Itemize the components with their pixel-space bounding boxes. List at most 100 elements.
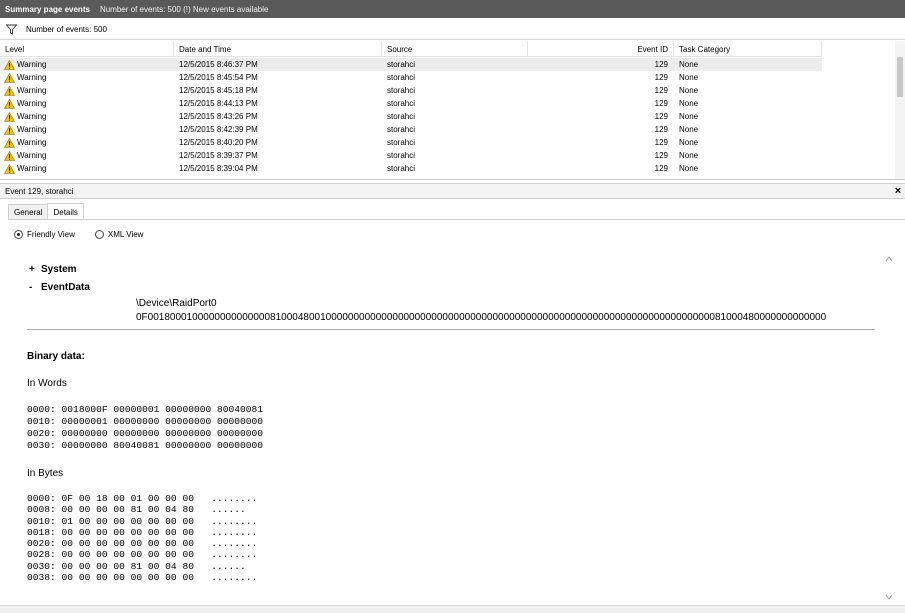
- cell-event-id: 129: [654, 60, 668, 69]
- radio-unselected-icon[interactable]: [94, 229, 104, 239]
- column-header-event-id[interactable]: Event ID: [528, 41, 674, 57]
- friendly-view-label: Friendly View: [27, 229, 75, 239]
- cell-source: storahci: [387, 164, 416, 173]
- table-row[interactable]: Warning 12/5/2015 8:40:20 PM storahci 129 No…: [0, 136, 822, 149]
- cell-date: 12/5/2015 8:45:18 PM: [179, 86, 258, 95]
- column-header-level[interactable]: Level: [0, 41, 174, 57]
- xml-view-label: XML View: [107, 229, 144, 239]
- cell-source: storahci: [387, 99, 416, 108]
- events-grid: Level Date and Time Source Event ID Task…: [0, 41, 905, 180]
- cell-level: Warning: [0, 123, 174, 136]
- cell-date: 12/5/2015 8:42:39 PM: [179, 125, 258, 134]
- funnel-icon[interactable]: [6, 24, 18, 36]
- table-row[interactable]: Warning 12/5/2015 8:44:13 PM storahci 129 No…: [0, 97, 822, 110]
- table-row[interactable]: Warning 12/5/2015 8:45:54 PM storahci 129 No…: [0, 71, 822, 84]
- cell-date: 12/5/2015 8:39:37 PM: [179, 151, 258, 160]
- detail-tabs: General Details: [8, 203, 84, 220]
- cell-source: storahci: [387, 86, 416, 95]
- grid-scrollbar[interactable]: [895, 41, 905, 179]
- tree-node-system-label: System: [41, 264, 77, 275]
- details-content-pane: + System - EventData \Device\RaidPort0 0F0…: [9, 247, 896, 605]
- eventdata-hex: 0F00180001000000000000008100048001000000…: [136, 312, 827, 323]
- details-scrollbar[interactable]: [882, 247, 896, 605]
- cell-date: 12/5/2015 8:45:54 PM: [179, 73, 258, 82]
- event-detail-header: Event 129, storahci ×: [0, 183, 905, 199]
- cell-task-category: None: [679, 73, 699, 82]
- friendly-view-radio[interactable]: Friendly View: [14, 229, 75, 239]
- cell-task-category: None: [679, 164, 699, 173]
- cell-event-id: 129: [654, 86, 668, 95]
- eventdata-values: \Device\RaidPort0 0F00180001000000000000…: [136, 297, 884, 325]
- expand-icon[interactable]: +: [29, 261, 41, 279]
- cell-source: storahci: [387, 125, 416, 134]
- in-bytes-dump: 0000: 0F 00 18 00 01 00 00 00 ........ 0…: [27, 493, 258, 584]
- in-words-label: In Words: [27, 378, 67, 389]
- grid-rows: Warning 12/5/2015 8:46:37 PM storahci 129 No…: [0, 58, 822, 175]
- tab-details[interactable]: Details: [47, 203, 84, 220]
- section-divider: [27, 329, 875, 330]
- warning-triangle-icon: [4, 137, 15, 148]
- horizontal-scrollbar[interactable]: [0, 605, 905, 613]
- grid-scroll-thumb[interactable]: [897, 57, 903, 97]
- table-row[interactable]: Warning 12/5/2015 8:45:18 PM storahci 129 No…: [0, 84, 822, 97]
- cell-date: 12/5/2015 8:44:13 PM: [179, 99, 258, 108]
- view-selector: Friendly View XML View: [14, 227, 163, 241]
- cell-task-category: None: [679, 99, 699, 108]
- cell-event-id: 129: [654, 164, 668, 173]
- cell-source: storahci: [387, 73, 416, 82]
- column-header-date[interactable]: Date and Time: [174, 41, 382, 57]
- warning-triangle-icon: [4, 98, 15, 109]
- level-text: Warning: [17, 112, 47, 121]
- warning-triangle-icon: [4, 124, 15, 135]
- close-icon[interactable]: ×: [893, 185, 903, 197]
- cell-level: Warning: [0, 110, 174, 123]
- cell-event-id: 129: [654, 99, 668, 108]
- column-header-task-category[interactable]: Task Category: [674, 41, 822, 57]
- cell-date: 12/5/2015 8:39:04 PM: [179, 164, 258, 173]
- cell-source: storahci: [387, 60, 416, 69]
- warning-triangle-icon: [4, 59, 15, 70]
- warning-triangle-icon: [4, 72, 15, 83]
- level-text: Warning: [17, 60, 47, 69]
- scroll-down-icon[interactable]: [885, 593, 893, 601]
- level-text: Warning: [17, 164, 47, 173]
- cell-date: 12/5/2015 8:40:20 PM: [179, 138, 258, 147]
- event-detail-title: Event 129, storahci: [5, 186, 74, 196]
- cell-task-category: None: [679, 112, 699, 121]
- table-row[interactable]: Warning 12/5/2015 8:43:26 PM storahci 129 No…: [0, 110, 822, 123]
- cell-level: Warning: [0, 84, 174, 97]
- tree-node-eventdata-label: EventData: [41, 282, 90, 293]
- cell-level: Warning: [0, 162, 174, 175]
- in-bytes-label: In Bytes: [27, 468, 64, 479]
- column-header-source[interactable]: Source: [382, 41, 528, 57]
- level-text: Warning: [17, 73, 47, 82]
- cell-date: 12/5/2015 8:43:26 PM: [179, 112, 258, 121]
- table-row[interactable]: Warning 12/5/2015 8:42:39 PM storahci 129 No…: [0, 123, 822, 136]
- radio-selected-icon[interactable]: [14, 229, 23, 239]
- cell-source: storahci: [387, 138, 416, 147]
- cell-level: Warning: [0, 97, 174, 110]
- event-xml-tree: + System - EventData: [29, 261, 90, 297]
- table-row[interactable]: Warning 12/5/2015 8:39:04 PM storahci 129 No…: [0, 162, 822, 175]
- events-status: Number of events: 500 (!) New events ava…: [99, 4, 269, 14]
- xml-view-radio[interactable]: XML View: [94, 229, 144, 239]
- level-text: Warning: [17, 125, 47, 134]
- panel-title: Summary page events: [5, 4, 90, 14]
- level-text: Warning: [17, 86, 47, 95]
- tree-node-system[interactable]: + System: [29, 261, 90, 279]
- level-text: Warning: [17, 99, 47, 108]
- cell-task-category: None: [679, 60, 699, 69]
- cell-level: Warning: [0, 149, 174, 162]
- scroll-up-icon[interactable]: [885, 255, 893, 263]
- collapse-icon[interactable]: -: [29, 279, 41, 297]
- cell-event-id: 129: [654, 138, 668, 147]
- tree-node-eventdata[interactable]: - EventData: [29, 279, 90, 297]
- eventdata-device: \Device\RaidPort0: [136, 298, 217, 309]
- cell-task-category: None: [679, 125, 699, 134]
- cell-date: 12/5/2015 8:46:37 PM: [179, 60, 258, 69]
- tab-general[interactable]: General: [8, 204, 49, 220]
- cell-level: Warning: [0, 136, 174, 149]
- cell-event-id: 129: [654, 73, 668, 82]
- table-row[interactable]: Warning 12/5/2015 8:39:37 PM storahci 129 No…: [0, 149, 822, 162]
- table-row[interactable]: Warning 12/5/2015 8:46:37 PM storahci 129 No…: [0, 58, 822, 71]
